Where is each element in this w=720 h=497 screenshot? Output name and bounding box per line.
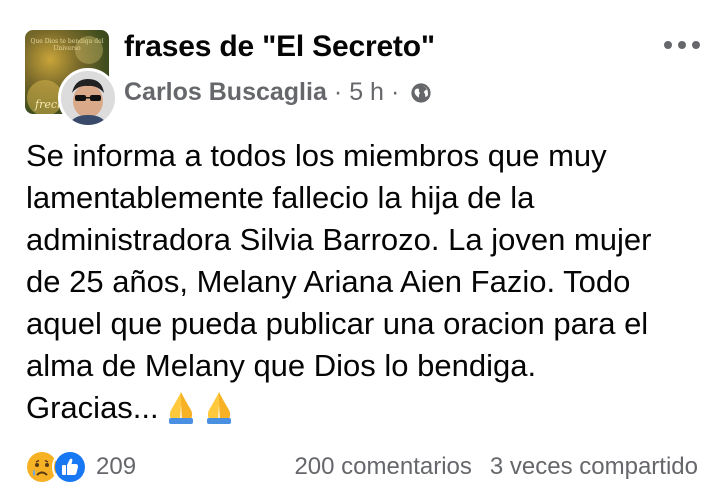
- author-name-link[interactable]: Carlos Buscaglia: [124, 78, 327, 107]
- reaction-count: 209: [96, 453, 137, 480]
- comments-count-link[interactable]: 200 comentarios: [294, 453, 471, 481]
- praying-hands-icon: [168, 392, 231, 424]
- more-options-button[interactable]: [661, 30, 703, 60]
- like-reaction-icon: [52, 449, 88, 485]
- post-line: aquel que pueda publicar una oracion par…: [26, 306, 649, 341]
- more-options-icon: [664, 41, 700, 49]
- group-name-link[interactable]: frases de "El Secreto": [124, 30, 435, 64]
- author-photo-icon: [61, 71, 115, 125]
- post-time-link[interactable]: 5 h: [349, 78, 384, 107]
- post-line: lamentablemente fallecio la hija de la: [26, 180, 535, 215]
- post-line: Gracias...: [26, 390, 159, 425]
- post-line: de 25 años, Melany Ariana Aien Fazio. To…: [26, 264, 631, 299]
- meta-separator-2: ·: [390, 78, 400, 106]
- post-line: administradora Silvia Barrozo. La joven …: [26, 222, 652, 257]
- post-line-last: Gracias...: [26, 387, 716, 435]
- globe-icon[interactable]: [410, 82, 432, 104]
- meta-separator: ·: [333, 78, 343, 106]
- post-text: Se informa a todos los miembros que muy …: [26, 135, 716, 435]
- post-line: alma de Melany que Dios lo bendiga.: [26, 348, 537, 383]
- reactions-summary[interactable]: 209: [26, 449, 136, 485]
- shares-count-link[interactable]: 3 veces compartido: [490, 453, 698, 481]
- post-meta: Carlos Buscaglia · 5 h ·: [124, 78, 432, 107]
- author-avatar[interactable]: [58, 68, 118, 128]
- engagement-stats: 200 comentarios 3 veces compartido: [294, 453, 698, 481]
- praying-hands-emoji: [163, 390, 239, 435]
- post-line: Se informa a todos los miembros que muy: [26, 138, 607, 173]
- post-stats-bar: 209 200 comentarios 3 veces compartido: [26, 448, 698, 486]
